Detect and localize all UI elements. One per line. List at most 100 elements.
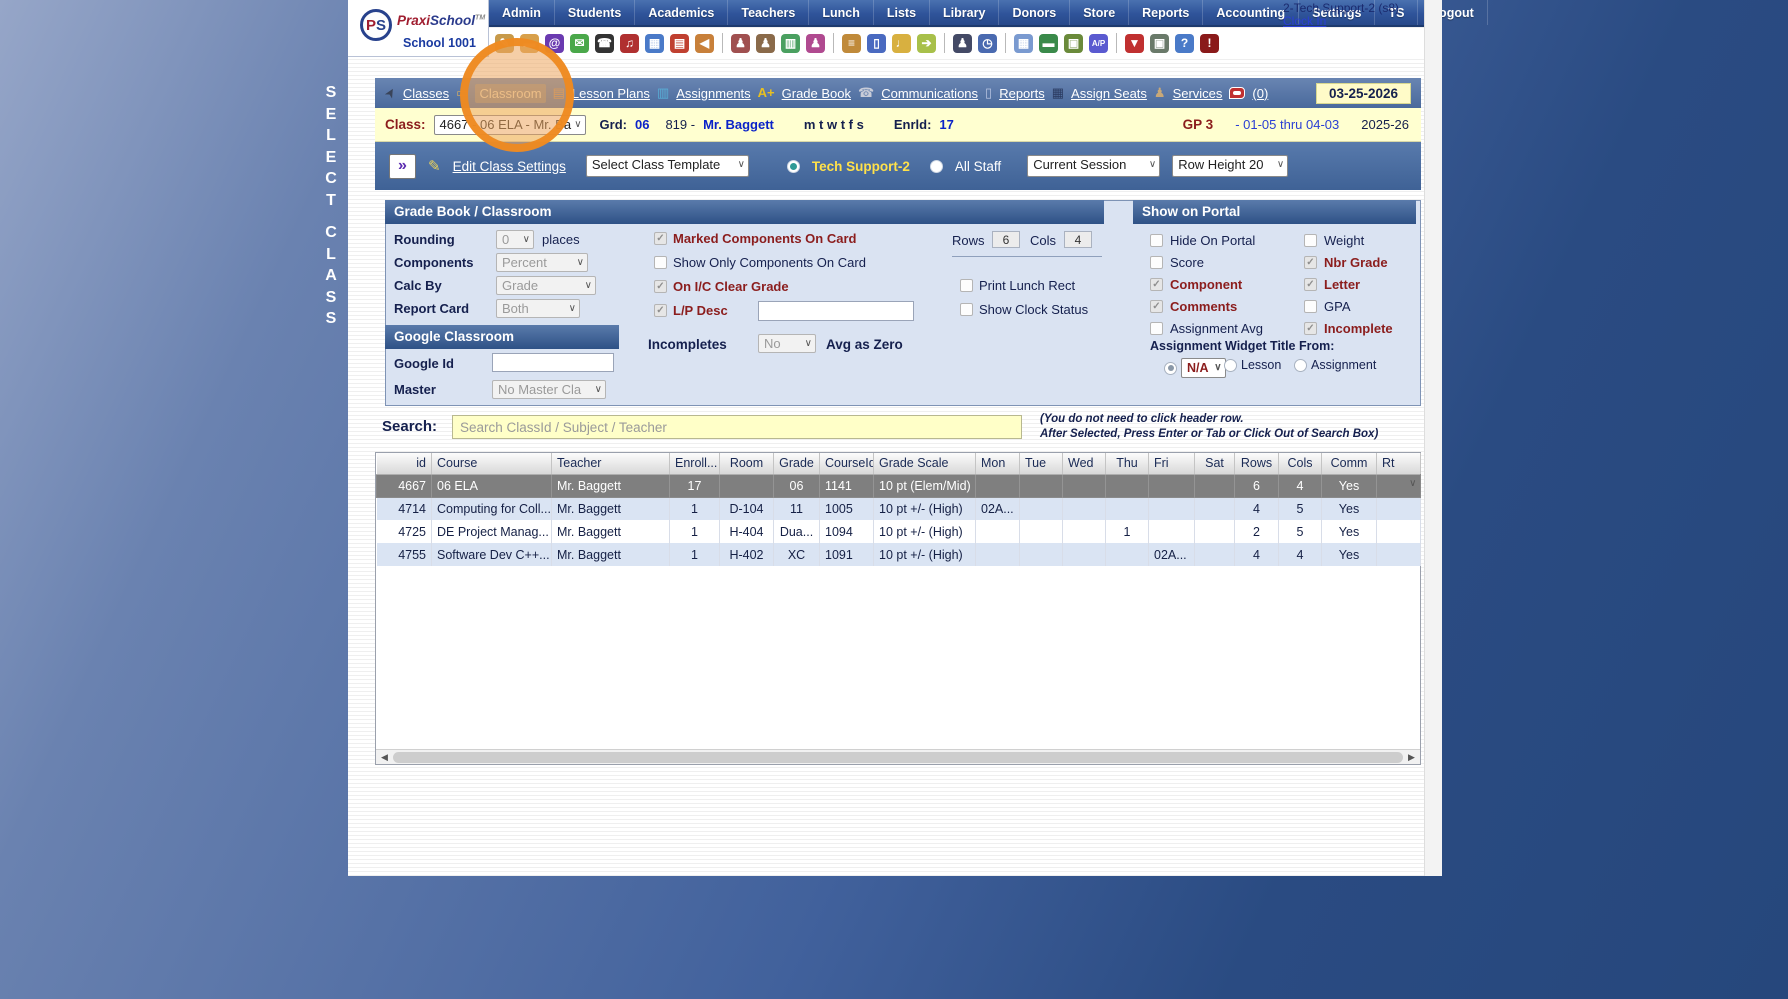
table-cell[interactable]: D-104 <box>720 497 774 520</box>
column-header-grade-scale[interactable]: Grade Scale <box>874 453 976 474</box>
google-id-input[interactable] <box>492 353 614 372</box>
table-cell[interactable] <box>976 520 1020 543</box>
rounding-select[interactable]: 0 <box>496 230 534 249</box>
table-row-4755[interactable]: 4755Software Dev C++...Mr. Baggett1H-402… <box>377 543 1421 566</box>
portal-letter-checkbox[interactable]: Letter <box>1304 277 1360 292</box>
table-cell[interactable] <box>1149 497 1195 520</box>
table-cell[interactable]: Mr. Baggett <box>552 520 670 543</box>
portal-comments-checkbox[interactable]: Comments <box>1150 299 1237 314</box>
table-cell[interactable]: Mr. Baggett <box>552 543 670 566</box>
table-cell[interactable]: Yes <box>1322 520 1377 543</box>
table-cell[interactable]: 5 <box>1279 497 1322 520</box>
school-name[interactable]: School 1001 <box>403 36 476 50</box>
tech-support-radio[interactable] <box>787 160 800 173</box>
table-cell[interactable]: 1 <box>1106 520 1149 543</box>
table-cell[interactable]: 4667 <box>377 474 432 497</box>
show-clock-status-checkbox[interactable]: Show Clock Status <box>960 302 1088 317</box>
table-cell[interactable]: 1 <box>670 543 720 566</box>
notebook-icon[interactable]: ▯ <box>867 34 886 53</box>
class-select[interactable]: 4667 - 06 ELA - Mr. Ba <box>434 115 586 135</box>
master-select[interactable]: No Master Cla <box>492 380 606 399</box>
megaphone-icon[interactable]: ◀ <box>695 34 714 53</box>
portal-incomplete-checkbox[interactable]: Incomplete <box>1304 321 1393 336</box>
tab-lesson-plans[interactable]: Lesson Plans <box>572 86 650 101</box>
calendar-icon[interactable]: ▤ <box>670 34 689 53</box>
tech-support-radio-label[interactable]: Tech Support-2 <box>812 159 910 174</box>
row-height-select[interactable]: Row Height 20 <box>1172 155 1288 177</box>
tab-classes[interactable]: Classes <box>403 86 449 101</box>
table-cell[interactable] <box>1149 520 1195 543</box>
table-cell[interactable] <box>1063 497 1106 520</box>
lp-desc-input[interactable] <box>758 301 914 321</box>
report-card-select[interactable]: Both <box>496 299 580 318</box>
portal-nbr-grade-checkbox[interactable]: Nbr Grade <box>1304 255 1388 270</box>
incompletes-select[interactable]: No <box>758 334 816 353</box>
table-cell[interactable]: H-402 <box>720 543 774 566</box>
table-icon[interactable]: ▦ <box>1014 34 1033 53</box>
portal-assignment-avg-checkbox[interactable]: Assignment Avg <box>1150 321 1263 336</box>
table-row-4667[interactable]: 466706 ELAMr. Baggett1706114110 pt (Elem… <box>377 474 1421 497</box>
table-cell[interactable]: 1 <box>670 497 720 520</box>
table-cell[interactable]: 10 pt +/- (High) <box>874 520 976 543</box>
table-cell[interactable] <box>1377 520 1421 543</box>
column-header-rt[interactable]: Rt <box>1377 453 1421 474</box>
cols-input[interactable] <box>1064 231 1092 248</box>
lp-desc-checkbox[interactable]: L/P Desc <box>654 303 728 318</box>
column-header-thu[interactable]: Thu <box>1106 453 1149 474</box>
nav-item-students[interactable]: Students <box>555 0 635 25</box>
table-cell[interactable]: 11 <box>774 497 820 520</box>
table-cell[interactable]: 2 <box>1235 520 1279 543</box>
table-cell[interactable]: 4 <box>1235 497 1279 520</box>
column-header-course[interactable]: Course <box>432 453 552 474</box>
calendar-grid-icon[interactable]: ▦ <box>645 34 664 53</box>
table-cell[interactable]: 1141 <box>820 474 874 497</box>
column-header-room[interactable]: Room <box>720 453 774 474</box>
table-cell[interactable] <box>1020 520 1063 543</box>
table-cell[interactable]: Software Dev C++... <box>432 543 552 566</box>
bell-icon[interactable]: ♩ <box>892 34 911 53</box>
table-cell[interactable] <box>1195 474 1235 497</box>
nav-item-teachers[interactable]: Teachers <box>728 0 809 25</box>
nav-item-lunch[interactable]: Lunch <box>809 0 874 25</box>
chat-count-link[interactable]: (0) <box>1252 86 1268 101</box>
nav-item-donors[interactable]: Donors <box>999 0 1070 25</box>
table-cell[interactable]: H-404 <box>720 520 774 543</box>
person-suit-icon[interactable]: ♟ <box>953 34 972 53</box>
ruler-icon[interactable]: ▬ <box>520 34 539 53</box>
speaker-icon[interactable]: ♫ <box>620 34 639 53</box>
table-cell[interactable] <box>1149 474 1195 497</box>
all-staff-radio-label[interactable]: All Staff <box>955 159 1001 174</box>
chat-message-icon[interactable]: ✉ <box>570 34 589 53</box>
table-cell[interactable]: Mr. Baggett <box>552 474 670 497</box>
table-cell[interactable] <box>1063 543 1106 566</box>
session-select[interactable]: Current Session <box>1027 155 1160 177</box>
chat-bubble-icon[interactable] <box>1229 87 1245 99</box>
horizontal-scrollbar[interactable]: ◀ ▶ <box>376 749 1420 764</box>
table-cell[interactable]: 10 pt +/- (High) <box>874 497 976 520</box>
current-date-badge[interactable]: 03-25-2026 <box>1316 83 1411 104</box>
table-cell[interactable] <box>1020 543 1063 566</box>
print-lunch-rect-checkbox[interactable]: Print Lunch Rect <box>960 278 1075 293</box>
table-cell[interactable]: 10 pt (Elem/Mid) <box>874 474 976 497</box>
table-cell[interactable] <box>1377 497 1421 520</box>
portal-component-checkbox[interactable]: Component <box>1150 277 1242 292</box>
expand-button[interactable]: » <box>389 154 416 179</box>
table-cell[interactable]: Mr. Baggett <box>552 497 670 520</box>
table-row-4714[interactable]: 4714Computing for Coll...Mr. Baggett1D-1… <box>377 497 1421 520</box>
nav-item-store[interactable]: Store <box>1070 0 1129 25</box>
table-cell[interactable] <box>720 474 774 497</box>
table-cell[interactable] <box>1063 474 1106 497</box>
column-header-wed[interactable]: Wed <box>1063 453 1106 474</box>
widget-radio-lesson[interactable]: Lesson <box>1224 358 1281 372</box>
table-cell[interactable]: Yes <box>1322 474 1377 497</box>
tab-reports[interactable]: Reports <box>999 86 1045 101</box>
nav-item-reports[interactable]: Reports <box>1129 0 1203 25</box>
table-header-row[interactable]: idCourseTeacherEnroll...RoomGradeCourseI… <box>377 453 1421 474</box>
clock-in-link[interactable]: Clock In <box>1283 15 1433 28</box>
table-cell[interactable]: 1005 <box>820 497 874 520</box>
tab-services[interactable]: Services <box>1173 86 1223 101</box>
portal-weight-checkbox[interactable]: Weight <box>1304 233 1364 248</box>
table-cell[interactable]: 4725 <box>377 520 432 543</box>
email-at-icon[interactable]: @ <box>545 34 564 53</box>
column-header-teacher[interactable]: Teacher <box>552 453 670 474</box>
